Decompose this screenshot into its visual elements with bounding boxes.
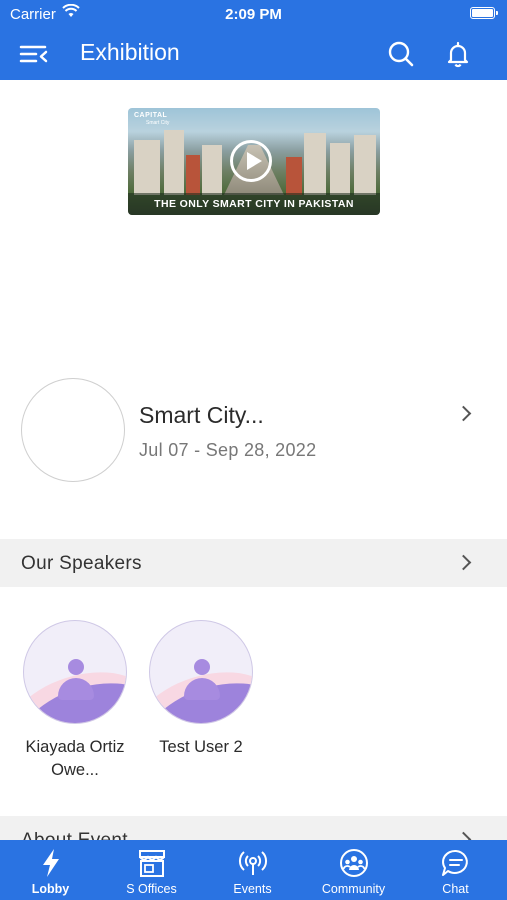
avatar xyxy=(149,620,253,724)
chevron-right-icon xyxy=(455,405,472,422)
bell-icon[interactable] xyxy=(443,39,473,69)
chevron-right-icon xyxy=(455,554,472,571)
tab-label: Community xyxy=(321,882,386,896)
status-bar: Carrier 2:09 PM xyxy=(0,0,507,28)
speakers-section-header[interactable]: Our Speakers xyxy=(0,539,507,587)
section-title: Our Speakers xyxy=(21,553,142,574)
event-dates: Jul 07 - Sep 28, 2022 xyxy=(139,440,317,460)
menu-icon[interactable] xyxy=(18,40,50,68)
speaker-name: Kiayada Ortiz Owe... xyxy=(25,738,125,779)
speaker-name: Test User 2 xyxy=(159,738,243,756)
community-icon xyxy=(338,848,370,878)
play-icon[interactable] xyxy=(230,140,272,182)
search-icon[interactable] xyxy=(386,39,416,69)
event-name: Smart City... xyxy=(139,402,264,428)
avatar xyxy=(23,620,127,724)
tab-community[interactable]: Community xyxy=(303,840,404,900)
clock: 2:09 PM xyxy=(225,6,282,23)
event-logo xyxy=(21,378,125,482)
battery-icon xyxy=(470,7,498,19)
speaker-card[interactable]: Kiayada Ortiz Owe... xyxy=(20,620,130,782)
page-title: Exhibition xyxy=(80,39,180,65)
chat-bubble-icon xyxy=(440,848,472,878)
promo-video-thumbnail[interactable]: CAPITAL Smart City THE ONLY SMART CITY I… xyxy=(128,108,380,215)
tab-chat[interactable]: Chat xyxy=(405,840,506,900)
tab-label: Chat xyxy=(442,882,469,896)
tab-s-offices[interactable]: S Offices xyxy=(101,840,202,900)
tab-label: Events xyxy=(233,882,272,896)
lightning-icon xyxy=(35,848,67,878)
app-screen: Carrier 2:09 PM Exhibition CAPITAL Smart… xyxy=(0,0,507,900)
person-icon xyxy=(194,659,210,675)
storefront-icon xyxy=(136,848,168,878)
video-brand-tagline: Smart City xyxy=(146,120,170,126)
speaker-card[interactable]: Test User 2 xyxy=(146,620,256,759)
tab-lobby[interactable]: Lobby xyxy=(0,840,101,900)
event-card[interactable]: Smart City... Jul 07 - Sep 28, 2022 xyxy=(0,370,507,490)
bottom-tab-bar: Lobby S Offices Events Community Chat xyxy=(0,840,507,900)
video-brand-logo: CAPITAL xyxy=(134,112,168,119)
person-icon xyxy=(68,659,84,675)
broadcast-icon xyxy=(237,848,269,878)
tab-label: Lobby xyxy=(31,882,70,896)
video-caption: THE ONLY SMART CITY IN PAKISTAN xyxy=(128,193,380,215)
app-bar: Exhibition xyxy=(0,28,507,80)
tab-events[interactable]: Events xyxy=(202,840,303,900)
tab-label: S Offices xyxy=(126,882,177,896)
